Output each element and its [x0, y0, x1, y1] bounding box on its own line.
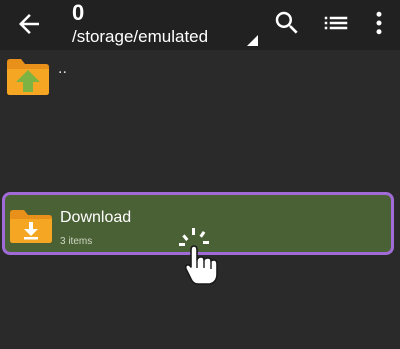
- search-icon[interactable]: [272, 8, 302, 38]
- tap-hand-icon: [179, 228, 218, 285]
- parent-directory-label: ..: [58, 60, 67, 77]
- folder-download-icon: [10, 210, 52, 243]
- more-vert-icon[interactable]: [364, 8, 394, 38]
- current-path[interactable]: /storage/emulated: [72, 27, 208, 47]
- list-view-icon[interactable]: [321, 8, 351, 38]
- list-item-meta: 3 items: [60, 236, 93, 247]
- list-item-name: Download: [60, 209, 132, 226]
- back-arrow-icon[interactable]: [14, 9, 44, 39]
- selection-count: 0: [72, 0, 85, 25]
- parent-directory-row[interactable]: ..: [0, 52, 400, 102]
- top-app-bar: 0 /storage/emulated: [0, 0, 400, 50]
- folder-up-icon: [7, 59, 49, 95]
- path-dropdown-icon[interactable]: [247, 35, 258, 46]
